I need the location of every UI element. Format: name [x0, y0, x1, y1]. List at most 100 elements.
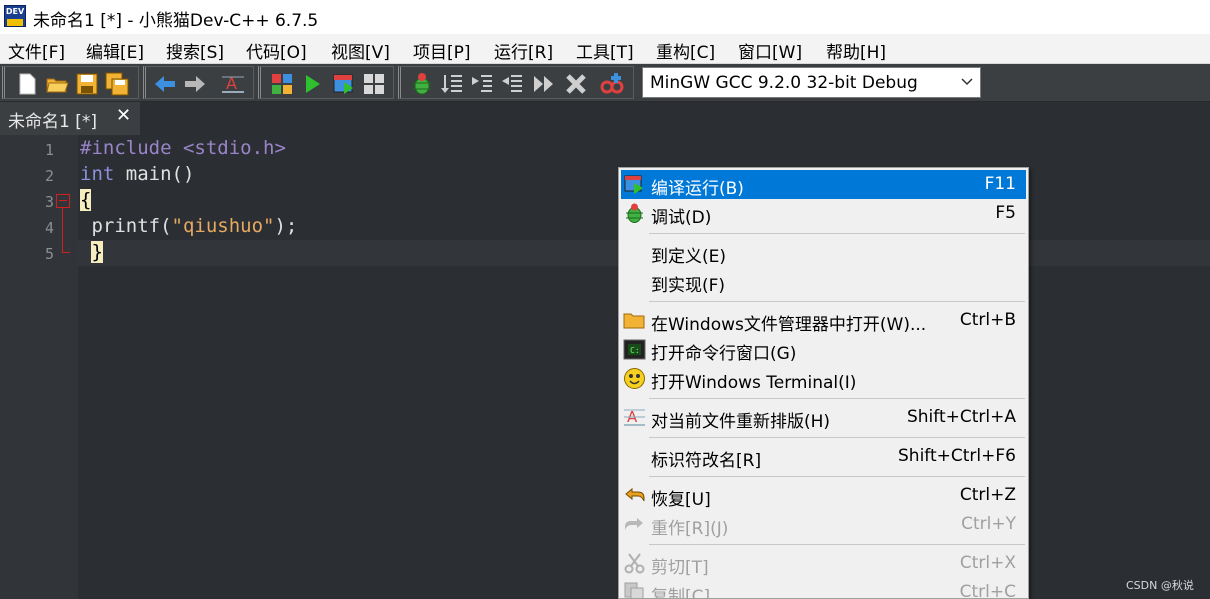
string-literal: "qiushuo"	[171, 215, 275, 237]
step-over-icon[interactable]	[439, 71, 465, 97]
menu-item-cut[interactable]: 剪切[T] Ctrl+X	[621, 549, 1026, 578]
redo-icon	[623, 513, 646, 536]
menu-bar: 文件[F] 编辑[E] 搜索[S] 代码[O] 视图[V] 项目[P] 运行[R…	[0, 34, 1210, 64]
matched-brace-close: }	[91, 241, 103, 263]
svg-text:C:: C:	[630, 346, 640, 355]
debug-bug-icon	[623, 202, 646, 225]
toolbar-group-nav: A	[143, 66, 254, 99]
add-watch-icon[interactable]	[599, 71, 625, 97]
function-signature: main()	[114, 163, 195, 185]
fold-guide-end	[62, 252, 70, 253]
menu-window[interactable]: 窗口[W]	[738, 38, 802, 63]
new-file-icon[interactable]	[14, 71, 40, 97]
menu-item-reformat[interactable]: A 对当前文件重新排版(H) Shift+Ctrl+A	[621, 403, 1026, 432]
preprocessor-directive: #include	[80, 137, 172, 159]
code-line-2: int main()	[80, 163, 194, 185]
chevron-down-icon	[961, 78, 973, 86]
line-number: 5	[44, 245, 54, 263]
printf-call: printf(	[80, 215, 172, 237]
line-number: 2	[44, 167, 54, 185]
forward-arrow-icon[interactable]	[182, 71, 208, 97]
run-icon[interactable]	[299, 71, 325, 97]
code-line-5: }	[80, 241, 103, 263]
app-logo-icon: DEV	[4, 5, 26, 27]
watermark: CSDN @秋说	[1126, 579, 1194, 592]
step-out-icon[interactable]	[499, 71, 525, 97]
menu-view[interactable]: 视图[V]	[331, 38, 390, 63]
menu-item-debug[interactable]: 调试(D) F5	[621, 199, 1026, 228]
menu-edit[interactable]: 编辑[E]	[86, 38, 144, 63]
debug-bug-icon[interactable]	[409, 71, 435, 97]
window-title: 未命名1 [*] - 小熊猫Dev-C++ 6.7.5	[33, 11, 319, 31]
include-header: <stdio.h>	[171, 137, 286, 159]
undo-icon	[623, 484, 646, 507]
keyword-int: int	[80, 163, 115, 185]
toolbar-group-debug	[398, 66, 634, 99]
menu-item-open-cmd[interactable]: C: 打开命令行窗口(G)	[621, 335, 1026, 364]
terminal-icon: C:	[623, 338, 646, 361]
menu-item-compile-run[interactable]: 编译运行(B) F11	[621, 170, 1026, 199]
save-icon[interactable]	[74, 71, 100, 97]
menu-search[interactable]: 搜索[S]	[166, 38, 224, 63]
menu-item-goto-implementation[interactable]: 到实现(F)	[621, 267, 1026, 296]
menu-run[interactable]: 运行[R]	[494, 38, 553, 63]
editor-context-menu: 编译运行(B) F11 调试(D) F5 到定义(E) 到实现(F) 在Wind…	[618, 167, 1029, 599]
code-line-4: printf("qiushuo");	[80, 215, 297, 237]
reformat-icon[interactable]: A	[220, 71, 246, 97]
line-number: 1	[44, 141, 54, 159]
smiley-icon	[623, 367, 646, 390]
menu-item-goto-definition[interactable]: 到定义(E)	[621, 238, 1026, 267]
fold-toggle-icon[interactable]	[56, 194, 70, 208]
editor-tab-bar: 未命名1 [*] ✕	[0, 102, 1210, 135]
menu-tools[interactable]: 工具[T]	[576, 38, 634, 63]
toolbar-group-build	[258, 66, 394, 99]
menu-item-copy[interactable]: 复制[C] Ctrl+C	[621, 578, 1026, 598]
code-line-3: {	[80, 189, 92, 211]
compile-icon[interactable]	[269, 71, 295, 97]
open-folder-icon[interactable]	[44, 71, 70, 97]
compiler-set-dropdown[interactable]: MinGW GCC 9.2.0 32-bit Debug	[642, 67, 981, 98]
continue-icon[interactable]	[531, 71, 557, 97]
menu-separator	[649, 398, 1025, 399]
save-all-icon[interactable]	[104, 71, 130, 97]
tab-label: 未命名1 [*]	[8, 112, 97, 132]
code-line-1: #include <stdio.h>	[80, 137, 286, 159]
folder-icon	[623, 309, 646, 332]
menu-project[interactable]: 项目[P]	[413, 38, 471, 63]
menu-separator	[649, 437, 1025, 438]
compile-run-icon[interactable]	[331, 71, 357, 97]
menu-item-rename-symbol[interactable]: 标识符改名[R] Shift+Ctrl+F6	[621, 442, 1026, 471]
compile-run-icon	[623, 173, 646, 196]
rebuild-icon[interactable]	[361, 71, 387, 97]
menu-item-redo[interactable]: 重作[R](J) Ctrl+Y	[621, 510, 1026, 539]
fold-guide	[62, 208, 63, 252]
toolbar: A	[0, 64, 1210, 102]
copy-icon	[623, 581, 646, 598]
line-number-gutter: 1 2 3 4 5	[0, 135, 78, 599]
cut-icon	[623, 552, 646, 575]
compiler-set-value: MinGW GCC 9.2.0 32-bit Debug	[650, 73, 918, 93]
menu-separator	[649, 301, 1025, 302]
menu-separator	[649, 476, 1025, 477]
matched-brace-open: {	[80, 189, 92, 211]
reformat-icon: A	[623, 406, 646, 429]
step-into-icon[interactable]	[469, 71, 495, 97]
tab-untitled1[interactable]: 未命名1 [*] ✕	[0, 102, 140, 135]
back-arrow-icon[interactable]	[152, 71, 178, 97]
stop-icon[interactable]	[563, 71, 589, 97]
line-number: 4	[44, 219, 54, 237]
line-number: 3	[44, 193, 54, 211]
menu-item-open-windows-terminal[interactable]: 打开Windows Terminal(I)	[621, 364, 1026, 393]
menu-item-open-in-explorer[interactable]: 在Windows文件管理器中打开(W)... Ctrl+B	[621, 306, 1026, 335]
menu-separator	[649, 233, 1025, 234]
menu-refactor[interactable]: 重构[C]	[656, 38, 715, 63]
menu-separator	[649, 544, 1025, 545]
menu-code[interactable]: 代码[O]	[246, 38, 307, 63]
close-icon[interactable]: ✕	[116, 105, 131, 126]
toolbar-group-file	[2, 66, 139, 99]
title-bar: DEV 未命名1 [*] - 小熊猫Dev-C++ 6.7.5	[0, 0, 1210, 34]
menu-help[interactable]: 帮助[H]	[826, 38, 886, 63]
menu-file[interactable]: 文件[F]	[8, 38, 65, 63]
call-end: );	[274, 215, 298, 237]
menu-item-undo[interactable]: 恢复[U] Ctrl+Z	[621, 481, 1026, 510]
